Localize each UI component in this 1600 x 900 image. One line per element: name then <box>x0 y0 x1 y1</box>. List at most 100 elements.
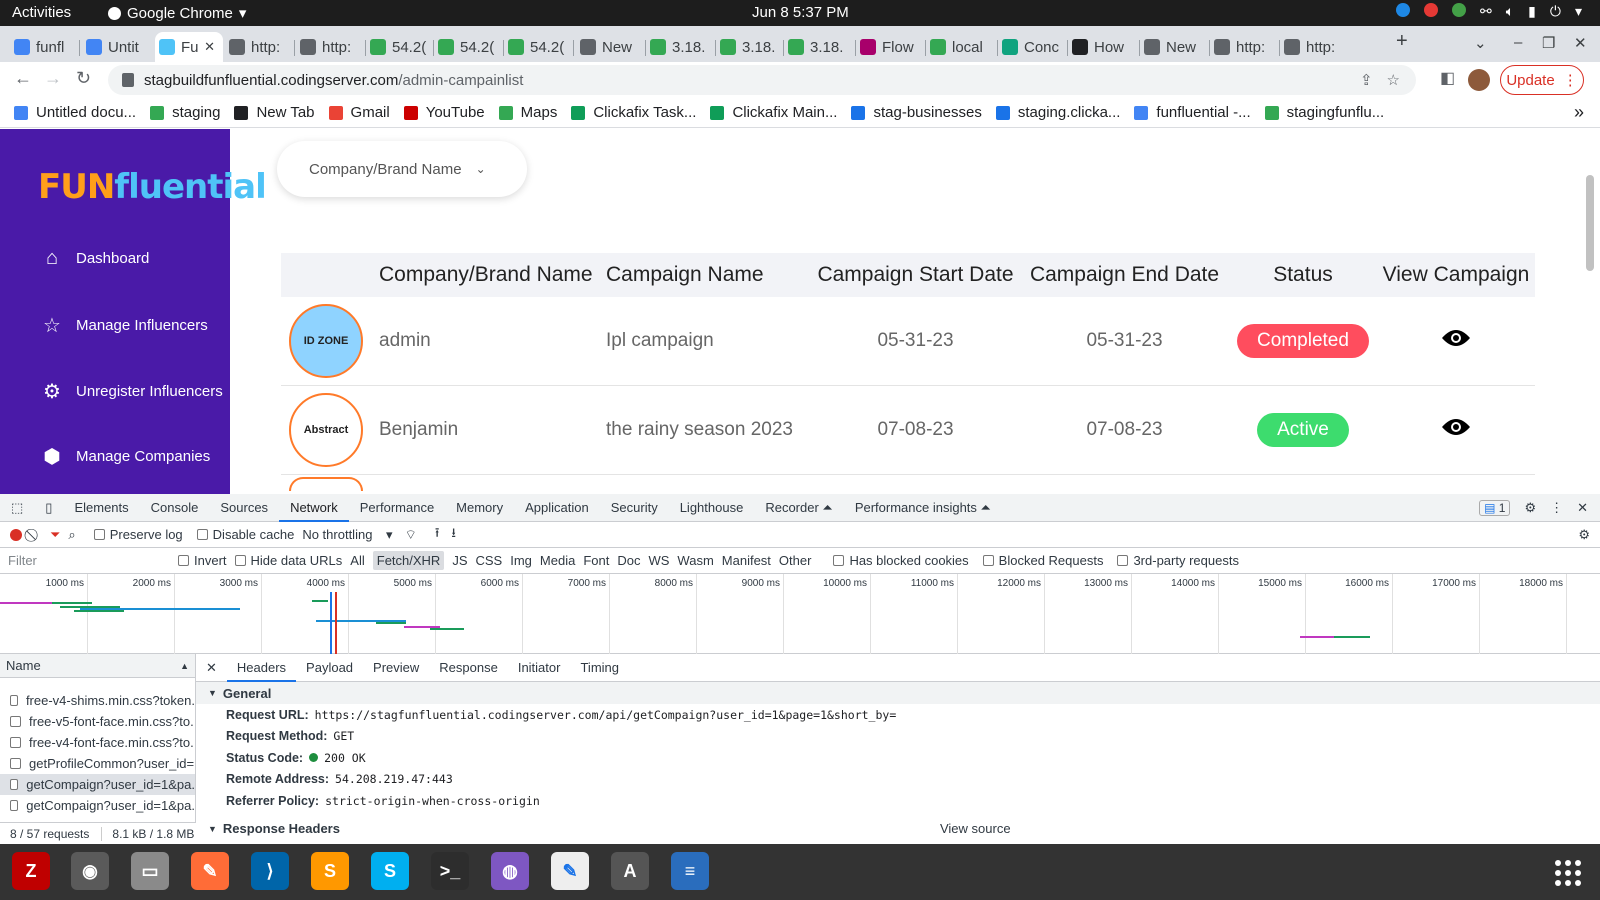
address-bar[interactable]: stagbuildfunfluential.codingserver.com/a… <box>108 65 1416 95</box>
network-timeline-overview[interactable]: 1000 ms 2000 ms 3000 ms 4000 ms 5000 ms 6000 … <box>0 574 1600 654</box>
do-not-disturb-icon[interactable] <box>1424 3 1439 17</box>
browser-tab[interactable]: http: <box>225 32 293 62</box>
browser-tab[interactable]: 54.2( <box>504 32 572 62</box>
browser-tab[interactable]: Conc <box>998 32 1066 62</box>
general-section-header[interactable]: ▼ General <box>196 682 1600 704</box>
browser-tab[interactable]: http: <box>1280 32 1348 62</box>
show-applications-grid-icon[interactable] <box>1555 860 1581 886</box>
filter-checkbox[interactable]: Invert <box>178 553 227 568</box>
request-row[interactable]: getProfileCommon?user_id= <box>0 753 195 774</box>
close-icon[interactable]: ✕ <box>1577 500 1588 516</box>
browser-tab[interactable]: funfl <box>10 32 78 62</box>
filter-checkbox[interactable]: Hide data URLs <box>234 553 342 568</box>
filter-input[interactable]: Filter <box>4 550 170 571</box>
sublime-icon[interactable]: S <box>311 852 349 890</box>
bookmark-item[interactable]: Gmail <box>328 104 390 121</box>
filter-icon[interactable]: ⏷ <box>50 527 60 543</box>
network-conditions-icon[interactable]: ⌔ <box>405 527 417 543</box>
volume-icon[interactable]: 🔈︎ <box>1506 3 1514 20</box>
export-har-icon[interactable]: ⭳ <box>451 524 456 546</box>
close-tab-icon[interactable]: ✕ <box>204 39 215 55</box>
sidebar-item-manage-companies[interactable]: ⬢ Manage Companies <box>40 444 210 469</box>
skype-icon[interactable]: S <box>371 852 409 890</box>
detail-tab[interactable]: Response <box>429 654 508 682</box>
devtools-tab[interactable]: Application <box>514 494 600 522</box>
profile-avatar[interactable] <box>1468 69 1490 91</box>
sidebar-item-manage-influencers[interactable]: ☆ Manage Influencers <box>40 313 208 338</box>
new-tab-button[interactable]: + <box>1396 30 1408 53</box>
filter-type-button[interactable]: Other <box>779 553 812 568</box>
vpn-globe-icon[interactable]: ◍ <box>491 852 529 890</box>
header-value[interactable]: 200 OK <box>324 751 366 765</box>
browser-tab[interactable]: 3.18. <box>646 32 714 62</box>
bookmark-item[interactable]: stag-businesses <box>851 104 982 121</box>
libreoffice-writer-icon[interactable]: ≡ <box>671 852 709 890</box>
browser-tab[interactable]: 3.18. <box>716 32 782 62</box>
request-row[interactable]: free-v5-font-face.min.css?to. <box>0 711 195 732</box>
filter-type-button[interactable]: CSS <box>476 553 503 568</box>
devtools-tab[interactable]: Elements <box>63 494 139 522</box>
eye-icon[interactable] <box>1441 328 1471 348</box>
bookmark-item[interactable]: Clickafix Main... <box>710 104 837 121</box>
filezilla-icon[interactable]: Z <box>12 852 50 890</box>
browser-tab[interactable]: Untit <box>82 32 152 62</box>
filter-checkbox[interactable]: 3rd-party requests <box>1117 553 1239 568</box>
clock[interactable]: Jun 8 5:37 PM <box>752 4 849 21</box>
bookmark-item[interactable]: stagingfunflu... <box>1264 104 1384 121</box>
devtools-tab[interactable]: Lighthouse <box>669 494 755 522</box>
reload-icon[interactable]: ↻ <box>76 68 91 89</box>
filter-checkbox[interactable]: Blocked Requests <box>982 553 1103 568</box>
activities-button[interactable]: Activities <box>12 4 71 21</box>
system-tray[interactable]: ⚯ 🔈︎ ▮ ⏻ ▾ <box>1396 3 1582 20</box>
import-har-icon[interactable]: ⭱ <box>435 524 440 546</box>
scrollbar-thumb[interactable] <box>1586 175 1594 271</box>
devtools-tab[interactable]: Memory <box>445 494 514 522</box>
browser-tab[interactable]: New <box>1140 32 1208 62</box>
filter-type-button[interactable]: Wasm <box>677 553 713 568</box>
filter-type-button[interactable]: Manifest <box>722 553 771 568</box>
device-toolbar-icon[interactable]: ▯ <box>34 494 63 522</box>
filter-type-button[interactable]: JS <box>452 553 467 568</box>
share-icon[interactable]: ⇪ <box>1360 71 1373 89</box>
text-editor-icon[interactable]: ✎ <box>551 852 589 890</box>
detail-tab[interactable]: Timing <box>570 654 629 682</box>
preserve-log-checkbox[interactable]: Preserve log <box>93 527 183 542</box>
devtools-tab[interactable]: Performance <box>349 494 445 522</box>
detail-tab[interactable]: Preview <box>363 654 429 682</box>
throttling-select[interactable]: No throttling ▾ <box>302 527 392 543</box>
browser-tab[interactable]: Fu ✕ <box>155 32 223 62</box>
bookmark-item[interactable]: Maps <box>498 104 557 121</box>
vscode-icon[interactable]: ⟩ <box>251 852 289 890</box>
devtools-tab[interactable]: Sources <box>209 494 279 522</box>
view-source-link[interactable]: View source <box>940 821 1011 836</box>
extension-tray-icon[interactable] <box>1452 3 1467 17</box>
eye-icon[interactable] <box>1441 417 1471 437</box>
request-row[interactable]: getCompaign?user_id=1&pa. <box>0 774 195 795</box>
header-value[interactable]: GET <box>333 729 354 743</box>
filter-type-button[interactable]: Fetch/XHR <box>372 551 445 570</box>
request-row[interactable]: getCompaign?user_id=1&pa. <box>0 795 195 816</box>
filter-type-button[interactable]: Font <box>583 553 609 568</box>
app-menu[interactable]: Google Chrome ▾ <box>108 4 246 22</box>
settings-gear-icon[interactable]: ⚙ <box>1524 500 1536 516</box>
response-headers-section-header[interactable]: ▼ Response Headers View source <box>196 817 1600 840</box>
devtools-tab[interactable]: Performance insights ⏶ <box>844 494 1002 522</box>
detail-tab[interactable]: Headers <box>226 654 297 682</box>
update-button[interactable]: Update ⋮ <box>1500 65 1584 95</box>
disable-cache-checkbox[interactable]: Disable cache <box>196 527 294 542</box>
filter-type-button[interactable]: Img <box>510 553 532 568</box>
browser-tab[interactable]: http: <box>1210 32 1278 62</box>
network-icon[interactable]: ⚯ <box>1480 3 1492 20</box>
header-value[interactable]: 54.208.219.47:443 <box>335 772 453 786</box>
name-column-header[interactable]: Name ▲ <box>0 654 195 678</box>
files-icon[interactable]: ▭ <box>131 852 169 890</box>
bookmark-item[interactable]: staging.clicka... <box>995 104 1120 121</box>
header-value[interactable]: https://stagfunfluential.codingserver.co… <box>315 708 897 722</box>
teamviewer-icon[interactable] <box>1396 3 1411 17</box>
bookmark-item[interactable]: Untitled docu... <box>14 104 136 121</box>
network-settings-gear-icon[interactable]: ⚙ <box>1578 527 1590 543</box>
bookmark-item[interactable]: staging <box>150 104 220 121</box>
detail-tab[interactable]: Payload <box>296 654 363 682</box>
back-arrow-icon[interactable]: ← <box>14 68 32 89</box>
terminal-icon[interactable]: >_ <box>431 852 469 890</box>
